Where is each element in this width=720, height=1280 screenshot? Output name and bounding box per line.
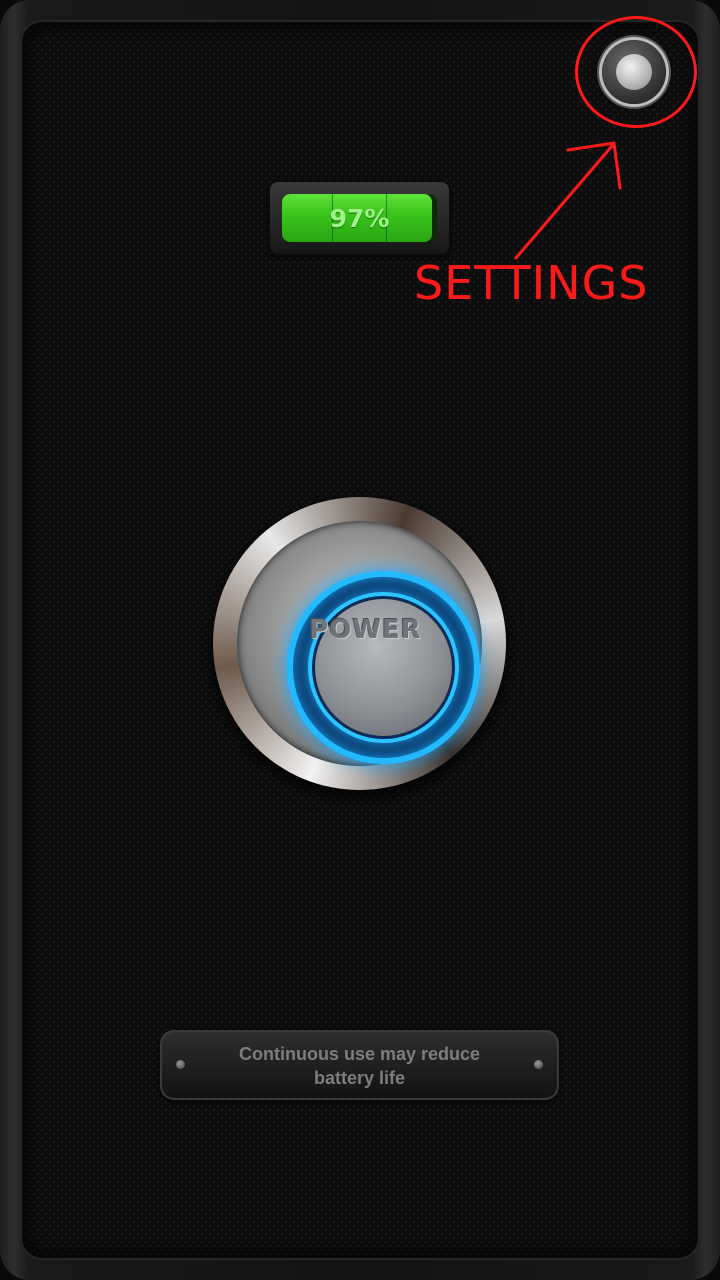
battery-warning-text: Continuous use may reduce battery life — [190, 1042, 529, 1090]
screw-icon — [534, 1060, 543, 1069]
power-button[interactable] — [213, 497, 506, 790]
warning-line-1: Continuous use may reduce — [238, 1044, 481, 1064]
settings-annotation-label: SETTINGS — [414, 256, 649, 310]
battery-indicator: 97% — [268, 180, 451, 256]
screw-icon — [176, 1060, 185, 1069]
battery-percent-label: 97% — [329, 203, 390, 233]
settings-annotation-circle — [575, 16, 697, 128]
power-glow-ring — [287, 571, 480, 764]
warning-line-2: battery life — [313, 1068, 406, 1088]
battery-track: 97% — [282, 194, 437, 242]
power-bezel — [237, 521, 482, 766]
battery-warning-plate: Continuous use may reduce battery life — [160, 1030, 559, 1100]
power-cap — [315, 599, 452, 736]
